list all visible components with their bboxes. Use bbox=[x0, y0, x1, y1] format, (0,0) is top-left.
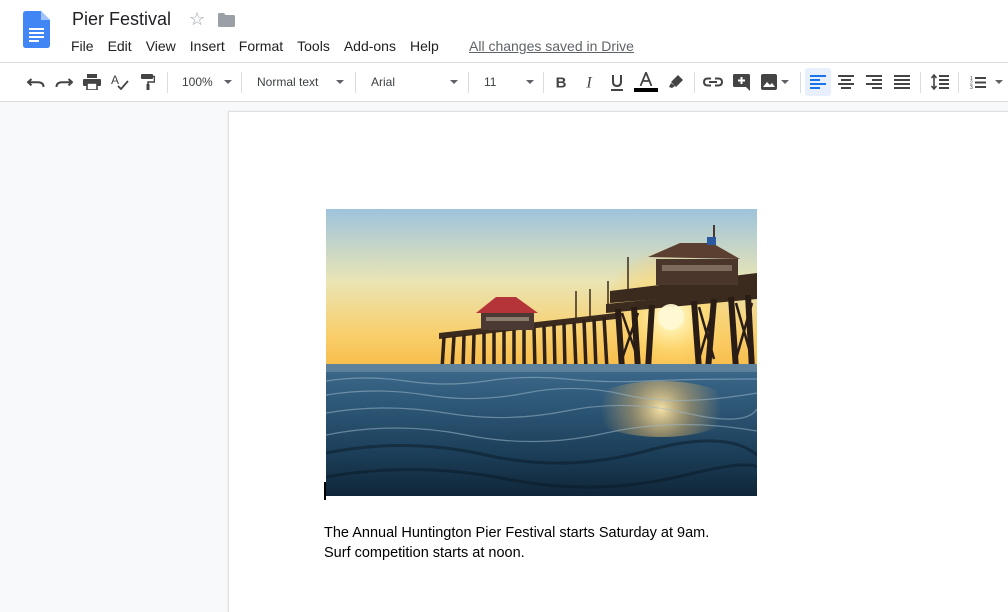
text-color-swatch bbox=[634, 88, 658, 92]
paragraph-line: The Annual Huntington Pier Festival star… bbox=[324, 525, 710, 541]
toolbar: A 100% Normal text Arial 11 B I 1 2 3 bbox=[0, 62, 1008, 102]
chevron-down-icon bbox=[224, 80, 232, 84]
align-right-icon bbox=[866, 75, 882, 89]
menu-bar: File Edit View Insert Format Tools Add-o… bbox=[71, 38, 453, 56]
align-center-icon bbox=[838, 75, 854, 89]
star-icon[interactable]: ☆ bbox=[189, 9, 205, 29]
numbered-list-button[interactable]: 123 bbox=[966, 63, 1008, 101]
chevron-down-icon bbox=[781, 80, 789, 84]
spellcheck-icon: A bbox=[111, 74, 129, 90]
align-center-button[interactable] bbox=[834, 63, 858, 101]
paint-format-icon bbox=[141, 74, 155, 90]
menu-tools[interactable]: Tools bbox=[297, 38, 330, 56]
italic-icon: I bbox=[585, 75, 592, 89]
align-left-button[interactable] bbox=[805, 68, 831, 96]
line-spacing-button[interactable] bbox=[928, 63, 952, 101]
bold-icon: B bbox=[556, 75, 567, 89]
text-color-button[interactable] bbox=[632, 63, 660, 101]
menu-view[interactable]: View bbox=[146, 38, 176, 56]
insert-link-button[interactable] bbox=[701, 63, 725, 101]
highlight-icon bbox=[669, 75, 683, 88]
toolbar-separator bbox=[800, 72, 801, 93]
svg-text:I: I bbox=[585, 75, 592, 89]
chevron-down-icon bbox=[336, 80, 344, 84]
text-color-icon bbox=[639, 72, 653, 86]
svg-text:3: 3 bbox=[970, 85, 973, 89]
print-button[interactable] bbox=[80, 63, 104, 101]
print-icon bbox=[83, 74, 101, 90]
text-cursor bbox=[324, 482, 326, 500]
toolbar-separator bbox=[241, 72, 242, 93]
title-bar: Pier Festival ☆ File Edit View Insert Fo… bbox=[0, 0, 1008, 62]
toolbar-separator bbox=[468, 72, 469, 93]
link-icon bbox=[703, 77, 723, 87]
toolbar-separator bbox=[167, 72, 168, 93]
font-size-select[interactable]: 11 bbox=[476, 63, 538, 101]
redo-icon bbox=[55, 78, 73, 88]
folder-icon[interactable] bbox=[218, 13, 235, 27]
pier-photo[interactable] bbox=[326, 209, 757, 496]
spellcheck-button[interactable]: A bbox=[108, 63, 132, 101]
menu-insert[interactable]: Insert bbox=[190, 38, 225, 56]
paint-format-button[interactable] bbox=[136, 63, 160, 101]
zoom-select[interactable]: 100% bbox=[174, 63, 236, 101]
docs-logo-icon[interactable] bbox=[23, 11, 50, 48]
svg-text:B: B bbox=[556, 75, 567, 89]
add-comment-icon bbox=[732, 73, 750, 91]
toolbar-separator bbox=[958, 72, 959, 93]
document-title[interactable]: Pier Festival bbox=[72, 9, 171, 30]
undo-icon bbox=[27, 78, 45, 88]
align-left-icon bbox=[810, 75, 826, 89]
save-status-link[interactable]: All changes saved in Drive bbox=[469, 38, 634, 54]
add-comment-button[interactable] bbox=[729, 63, 753, 101]
align-justify-button[interactable] bbox=[890, 63, 914, 101]
toolbar-separator bbox=[694, 72, 695, 93]
zoom-value: 100% bbox=[182, 75, 213, 89]
paragraph-line: Surf competition starts at noon. bbox=[324, 545, 525, 561]
paragraph-style-value: Normal text bbox=[257, 75, 319, 89]
menu-addons[interactable]: Add-ons bbox=[344, 38, 396, 56]
menu-edit[interactable]: Edit bbox=[108, 38, 132, 56]
bold-button[interactable]: B bbox=[549, 63, 573, 101]
menu-file[interactable]: File bbox=[71, 38, 94, 56]
toolbar-separator bbox=[920, 72, 921, 93]
insert-image-icon bbox=[761, 74, 777, 90]
menu-format[interactable]: Format bbox=[239, 38, 283, 56]
svg-text:A: A bbox=[111, 74, 119, 87]
paragraph-style-select[interactable]: Normal text bbox=[248, 63, 348, 101]
undo-button[interactable] bbox=[24, 63, 48, 101]
font-select[interactable]: Arial bbox=[362, 63, 462, 101]
chevron-down-icon bbox=[995, 80, 1003, 84]
underline-button[interactable] bbox=[605, 63, 629, 101]
underline-icon bbox=[611, 74, 623, 91]
insert-image-button[interactable] bbox=[757, 63, 793, 101]
highlight-button[interactable] bbox=[664, 63, 688, 101]
chevron-down-icon bbox=[526, 80, 534, 84]
toolbar-separator bbox=[355, 72, 356, 93]
line-spacing-icon bbox=[931, 74, 949, 90]
font-value: Arial bbox=[371, 75, 396, 89]
redo-button[interactable] bbox=[52, 63, 76, 101]
italic-button[interactable]: I bbox=[577, 63, 601, 101]
chevron-down-icon bbox=[450, 80, 458, 84]
numbered-list-icon: 123 bbox=[970, 76, 986, 89]
align-right-button[interactable] bbox=[862, 63, 886, 101]
document-body-text[interactable]: The Annual Huntington Pier Festival star… bbox=[324, 523, 709, 563]
toolbar-separator bbox=[543, 72, 544, 93]
font-size-value: 11 bbox=[484, 75, 497, 89]
align-justify-icon bbox=[894, 75, 910, 89]
menu-help[interactable]: Help bbox=[410, 38, 439, 56]
